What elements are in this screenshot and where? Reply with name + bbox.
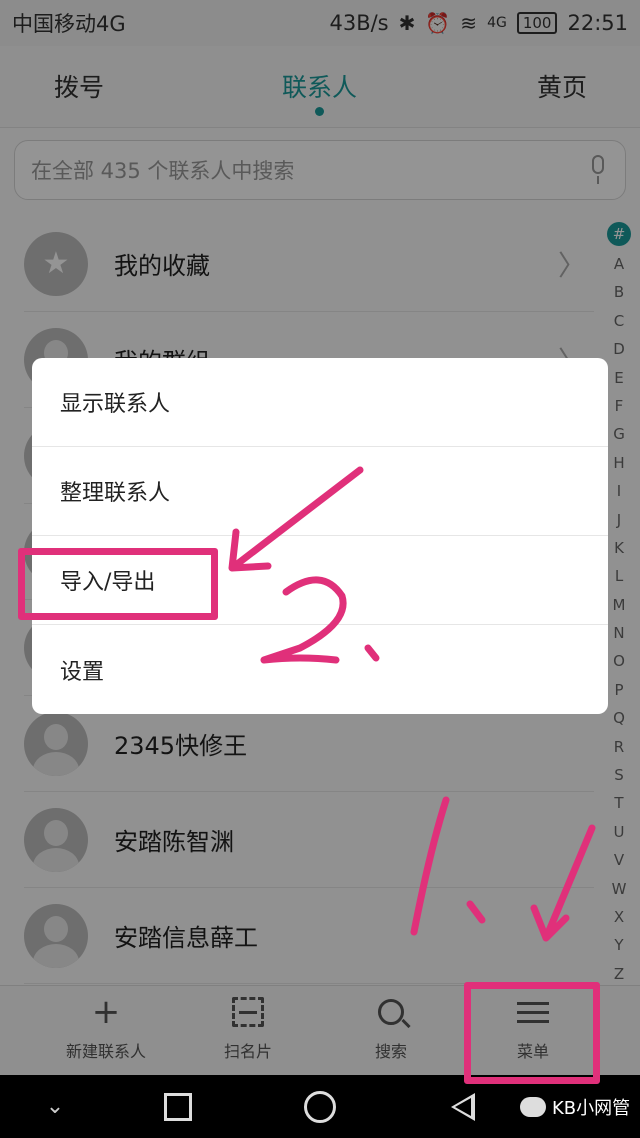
annotation-dot-1 [466, 900, 486, 924]
annotation-digit-2 [260, 576, 347, 664]
annotation-digit-1 [410, 796, 450, 936]
annotation-arrow-2 [228, 466, 364, 572]
annotation-strokes [228, 466, 596, 942]
annotation-dot-2 [364, 644, 380, 662]
annotation-arrow-1 [530, 824, 596, 942]
